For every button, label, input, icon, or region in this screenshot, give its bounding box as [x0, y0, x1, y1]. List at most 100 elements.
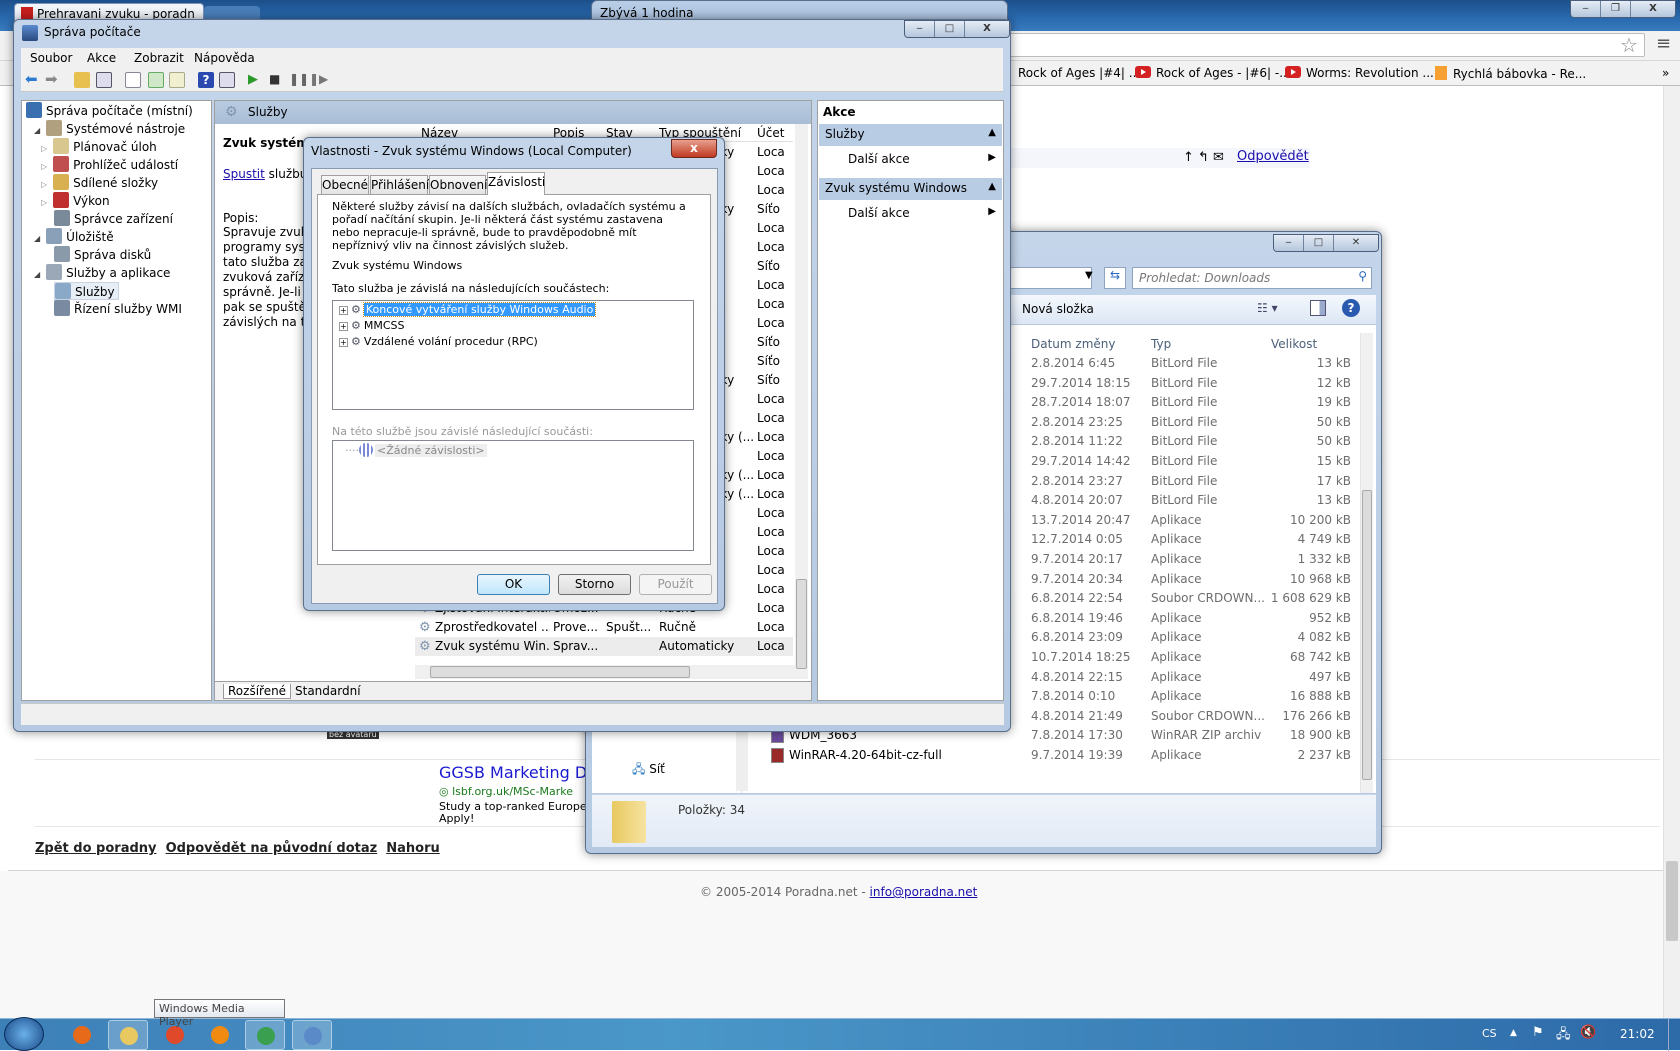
search-box[interactable]: Prohledat: Downloads ⚲: [1132, 267, 1372, 289]
menu-action[interactable]: Akce: [87, 51, 116, 65]
ad-url[interactable]: ◎ lsbf.org.uk/MSc-Marke: [439, 785, 573, 798]
new-folder-button[interactable]: Nová složka: [1022, 302, 1094, 316]
expand-icon[interactable]: +: [339, 306, 348, 315]
ad-title[interactable]: GGSB Marketing D: [439, 763, 587, 782]
view-options-icon[interactable]: ☷ ▾: [1257, 301, 1278, 315]
collapsed-arrow-icon[interactable]: ▷: [41, 162, 47, 171]
language-indicator[interactable]: CS: [1482, 1027, 1497, 1040]
tree-item[interactable]: Služby: [54, 282, 119, 300]
tab-extended[interactable]: Rozšířené: [223, 684, 292, 699]
action-group-windows-audio[interactable]: Zvuk systému Windows ▲: [819, 178, 1002, 200]
cancel-button[interactable]: Storno: [558, 574, 631, 595]
tree-item[interactable]: Správce zařízení: [54, 210, 173, 228]
expand-icon[interactable]: +: [339, 338, 348, 347]
column-size[interactable]: Velikost: [1271, 337, 1317, 351]
footer-email-link[interactable]: info@poradna.net: [870, 885, 978, 899]
show-hide-tree-icon[interactable]: [96, 72, 112, 88]
properties-icon[interactable]: [125, 72, 141, 88]
start-service-icon[interactable]: ▶: [248, 72, 264, 88]
services-vertical-scrollbar[interactable]: [795, 124, 808, 679]
bookmark-3[interactable]: Worms: Revolution ...: [1285, 66, 1434, 80]
close-button[interactable]: X: [965, 21, 1009, 37]
apply-button[interactable]: Použít: [639, 574, 712, 595]
menu-file[interactable]: Soubor: [30, 51, 72, 65]
tree-item[interactable]: ◢ Úložiště: [34, 228, 114, 246]
action-more-actions[interactable]: Další akce ▶: [819, 148, 1002, 170]
depends-on-tree[interactable]: + ⚙ Koncové vytváření služby Windows Audio…: [332, 300, 694, 410]
expanded-arrow-icon[interactable]: ◢: [34, 126, 40, 135]
tree-item[interactable]: ▷ Prohlížeč událostí: [41, 156, 178, 174]
bookmark-4[interactable]: Rychlá bábovka - Re...: [1435, 66, 1586, 81]
top-link[interactable]: Nahoru: [386, 841, 440, 856]
dialog-close-button[interactable]: x: [671, 139, 717, 158]
dependents-item[interactable]: ···· <Žádné závislosti>: [345, 443, 487, 457]
nav-network[interactable]: 🖧 Síť: [632, 760, 665, 781]
services-horizontal-scrollbar[interactable]: [415, 665, 795, 679]
dependency-item[interactable]: + ⚙ MMCSS: [339, 319, 405, 332]
scroll-thumb[interactable]: [430, 666, 690, 678]
tree-item[interactable]: Správa počítače (místní): [26, 102, 193, 120]
taskbar-chrome[interactable]: [245, 1020, 285, 1050]
export-list-icon[interactable]: [169, 72, 185, 88]
back-to-forum-link[interactable]: Zpět do poradny: [35, 841, 157, 856]
tree-item[interactable]: Správa disků: [54, 246, 151, 264]
service-row[interactable]: ⚙ Zprostředkovatel ... Prove... Spušt... Ruč…: [415, 618, 793, 637]
refresh-icon[interactable]: [148, 72, 164, 88]
column-log-on-as[interactable]: Účet: [757, 126, 784, 140]
action-center-flag-icon[interactable]: ⚑: [1532, 1025, 1544, 1040]
page-scrollbar[interactable]: [1663, 86, 1680, 1018]
dependency-item[interactable]: + ⚙ Koncové vytváření služby Windows Audio: [339, 302, 597, 317]
help-icon[interactable]: ?: [1342, 299, 1360, 317]
bookmark-1[interactable]: Rock of Ages |#4| ...: [1018, 66, 1140, 80]
file-row[interactable]: WinRAR-4.20-64bit-cz-full 9.7.2014 19:39 A…: [751, 745, 1371, 766]
back-icon[interactable]: ⬅: [25, 72, 41, 88]
show-desktop-button[interactable]: [1668, 1019, 1680, 1051]
reply-original-link[interactable]: Odpovědět na původní dotaz: [166, 841, 378, 856]
restore-button[interactable]: ❐: [1601, 1, 1631, 17]
dependents-tree[interactable]: ···· <Žádné závislosti>: [332, 440, 694, 551]
forward-icon[interactable]: ➡: [45, 72, 61, 88]
collapsed-arrow-icon[interactable]: ▷: [41, 144, 47, 153]
bookmarks-overflow-button[interactable]: »: [1662, 66, 1669, 80]
service-row[interactable]: ⚙ Zvuk systému Win... Sprav... Automaticky L…: [415, 637, 793, 656]
ok-button[interactable]: OK: [477, 574, 550, 595]
maximize-button[interactable]: □: [1304, 235, 1334, 251]
taskbar-computer-management[interactable]: [292, 1020, 332, 1050]
column-date-modified[interactable]: Datum změny: [1031, 337, 1116, 351]
menu-help[interactable]: Nápověda: [194, 51, 255, 65]
taskbar-windows-media-player[interactable]: [200, 1020, 240, 1050]
close-button[interactable]: ✕: [1334, 235, 1378, 251]
action-more-actions[interactable]: Další akce ▶: [819, 202, 1002, 224]
minimize-button[interactable]: ‒: [1274, 235, 1304, 251]
show-hidden-icons-icon[interactable]: ▲: [1510, 1028, 1517, 1038]
address-bar[interactable]: [1005, 33, 1645, 57]
help-icon[interactable]: ?: [198, 72, 214, 88]
stop-service-icon[interactable]: ■: [269, 72, 285, 88]
tab-dependencies[interactable]: Závislosti: [487, 172, 545, 195]
tree-item[interactable]: ▷ Sdílené složky: [41, 174, 158, 192]
tab-log-on[interactable]: Přihlášení: [370, 175, 429, 194]
bookmark-2[interactable]: Rock of Ages - |#6| -...: [1135, 66, 1291, 80]
pause-service-icon[interactable]: ❚❚: [289, 72, 309, 88]
scroll-thumb[interactable]: [1666, 861, 1678, 941]
collapse-icon[interactable]: ▲: [988, 127, 996, 138]
start-button[interactable]: [4, 1017, 44, 1051]
scroll-thumb[interactable]: [796, 579, 807, 669]
collapse-icon[interactable]: ▲: [988, 181, 996, 192]
network-icon[interactable]: 🖧: [1556, 1025, 1571, 1047]
tree-item[interactable]: Řízení služby WMI: [54, 300, 182, 318]
collapsed-arrow-icon[interactable]: ▷: [41, 198, 47, 207]
tree-item[interactable]: ◢ Služby a aplikace: [34, 264, 170, 282]
collapsed-arrow-icon[interactable]: ▷: [41, 180, 47, 189]
action-group-services[interactable]: Služby ▲: [819, 124, 1002, 146]
restart-service-icon[interactable]: ❚▶: [309, 72, 328, 88]
tree-item[interactable]: ◢ Systémové nástroje: [34, 120, 185, 138]
start-service-link[interactable]: Spustit: [223, 167, 265, 181]
reply-link[interactable]: Odpovědět: [1237, 149, 1309, 164]
minimize-button[interactable]: ‒: [1571, 1, 1601, 17]
post-action-icons[interactable]: ↑ ↰ ✉: [1183, 150, 1224, 165]
preview-pane-icon[interactable]: [1310, 300, 1326, 316]
tab-standard[interactable]: Standardní: [291, 684, 365, 698]
taskbar-explorer[interactable]: [108, 1020, 148, 1050]
clock[interactable]: 21:02: [1620, 1027, 1655, 1041]
